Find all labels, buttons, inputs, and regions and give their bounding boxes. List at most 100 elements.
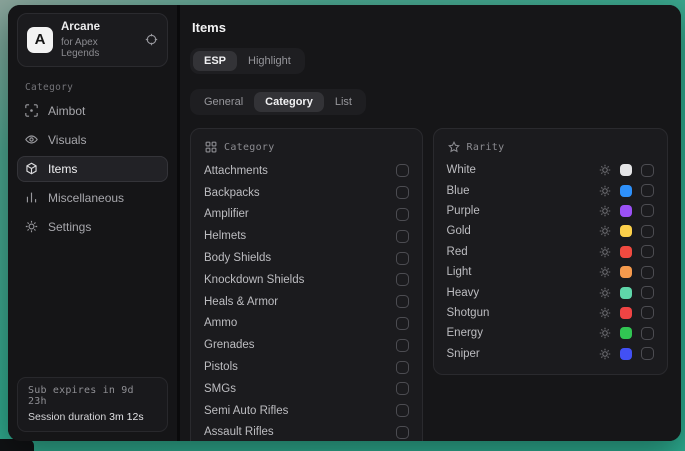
category-row: Ammo [204, 313, 409, 335]
mode-toggle: ESP Highlight [190, 48, 305, 74]
mode-option-highlight[interactable]: Highlight [237, 51, 302, 71]
row-settings-gear-icon[interactable] [599, 225, 611, 237]
color-swatch[interactable] [620, 327, 632, 339]
viewfinder-icon [25, 104, 39, 117]
category-row: Helmets [204, 225, 409, 247]
sidebar-item-visuals[interactable]: Visuals [17, 127, 168, 153]
rarity-panel: Rarity White Blue Purple [433, 128, 668, 375]
color-swatch[interactable] [620, 287, 632, 299]
row-settings-gear-icon[interactable] [599, 348, 611, 360]
subscription-card: Sub expires in 9d 23h Session duration 3… [17, 377, 168, 432]
items-tabs: General Category List [190, 89, 366, 115]
checkbox[interactable] [396, 208, 409, 221]
sidebar-item-items[interactable]: Items [17, 156, 168, 182]
rarity-row: Shotgun [447, 303, 654, 323]
row-settings-gear-icon[interactable] [599, 266, 611, 278]
app-name: Arcane [61, 21, 137, 35]
sidebar-item-label: Items [48, 162, 77, 176]
color-swatch[interactable] [620, 266, 632, 278]
row-settings-gear-icon[interactable] [599, 327, 611, 339]
checkbox[interactable] [396, 186, 409, 199]
sidebar-item-label: Aimbot [48, 104, 85, 118]
checkbox[interactable] [641, 266, 654, 279]
rarity-row: Sniper [447, 344, 654, 364]
checkbox[interactable] [396, 164, 409, 177]
rarity-panel-title: Rarity [467, 142, 505, 153]
checkbox[interactable] [396, 404, 409, 417]
rarity-row: Purple [447, 201, 654, 221]
color-swatch[interactable] [620, 205, 632, 217]
tab-list[interactable]: List [324, 92, 363, 112]
crosshair-icon[interactable] [145, 33, 158, 46]
rarity-row: Blue [447, 180, 654, 200]
app-header-card: A Arcane for Apex Legends [17, 13, 168, 67]
sidebar-item-settings[interactable]: Settings [17, 214, 168, 240]
checkbox[interactable] [641, 225, 654, 238]
page-title: Items [192, 20, 668, 35]
checkbox[interactable] [396, 295, 409, 308]
checkbox[interactable] [396, 252, 409, 265]
checkbox[interactable] [641, 164, 654, 177]
app-window: A Arcane for Apex Legends Category [8, 5, 681, 441]
panels-row: Category Attachments Backpacks Amplifier… [190, 128, 668, 441]
checkbox[interactable] [641, 327, 654, 340]
rarity-row: Energy [447, 323, 654, 343]
checkbox[interactable] [641, 347, 654, 360]
eye-icon [25, 133, 39, 146]
color-swatch[interactable] [620, 185, 632, 197]
tab-category[interactable]: Category [254, 92, 324, 112]
mode-option-esp[interactable]: ESP [193, 51, 237, 71]
color-swatch[interactable] [620, 246, 632, 258]
color-swatch[interactable] [620, 225, 632, 237]
row-settings-gear-icon[interactable] [599, 287, 611, 299]
session-duration: Session duration 3m 12s [28, 411, 157, 423]
tab-general[interactable]: General [193, 92, 254, 112]
category-row: Pistols [204, 356, 409, 378]
checkbox[interactable] [396, 273, 409, 286]
category-row: Backpacks [204, 182, 409, 204]
row-settings-gear-icon[interactable] [599, 164, 611, 176]
checkbox[interactable] [641, 204, 654, 217]
app-title-block: Arcane for Apex Legends [61, 21, 137, 59]
sidebar-item-label: Miscellaneous [48, 191, 124, 205]
rarity-row: Gold [447, 221, 654, 241]
category-panel-header: Category [205, 141, 409, 153]
category-panel: Category Attachments Backpacks Amplifier… [190, 128, 423, 441]
row-settings-gear-icon[interactable] [599, 205, 611, 217]
sidebar: A Arcane for Apex Legends Category [8, 5, 180, 441]
session-duration-value: 3m 12s [109, 411, 143, 423]
category-row: Knockdown Shields [204, 269, 409, 291]
row-settings-gear-icon[interactable] [599, 185, 611, 197]
row-settings-gear-icon[interactable] [599, 246, 611, 258]
category-row: Assault Rifles [204, 422, 409, 441]
checkbox[interactable] [396, 317, 409, 330]
checkbox[interactable] [641, 286, 654, 299]
checkbox[interactable] [641, 245, 654, 258]
columns-icon [25, 191, 39, 204]
rarity-row: Red [447, 242, 654, 262]
sidebar-item-aimbot[interactable]: Aimbot [17, 98, 168, 124]
checkbox[interactable] [396, 339, 409, 352]
checkbox[interactable] [641, 184, 654, 197]
color-swatch[interactable] [620, 307, 632, 319]
app-logo: A [27, 27, 53, 53]
color-swatch[interactable] [620, 164, 632, 176]
grid-icon [205, 141, 217, 153]
checkbox[interactable] [396, 361, 409, 374]
rarity-row: Light [447, 262, 654, 282]
color-swatch[interactable] [620, 348, 632, 360]
checkbox[interactable] [396, 426, 409, 439]
checkbox[interactable] [641, 306, 654, 319]
row-settings-gear-icon[interactable] [599, 307, 611, 319]
sidebar-item-miscellaneous[interactable]: Miscellaneous [17, 185, 168, 211]
gear-icon [25, 220, 39, 233]
category-row: Amplifier [204, 204, 409, 226]
category-row: SMGs [204, 378, 409, 400]
checkbox[interactable] [396, 230, 409, 243]
category-row: Semi Auto Rifles [204, 400, 409, 422]
checkbox[interactable] [396, 382, 409, 395]
main-content: Items ESP Highlight General Category Lis… [180, 5, 681, 441]
sidebar-item-label: Settings [48, 220, 91, 234]
rarity-panel-header: Rarity [448, 141, 654, 153]
session-duration-label: Session duration [28, 411, 106, 423]
